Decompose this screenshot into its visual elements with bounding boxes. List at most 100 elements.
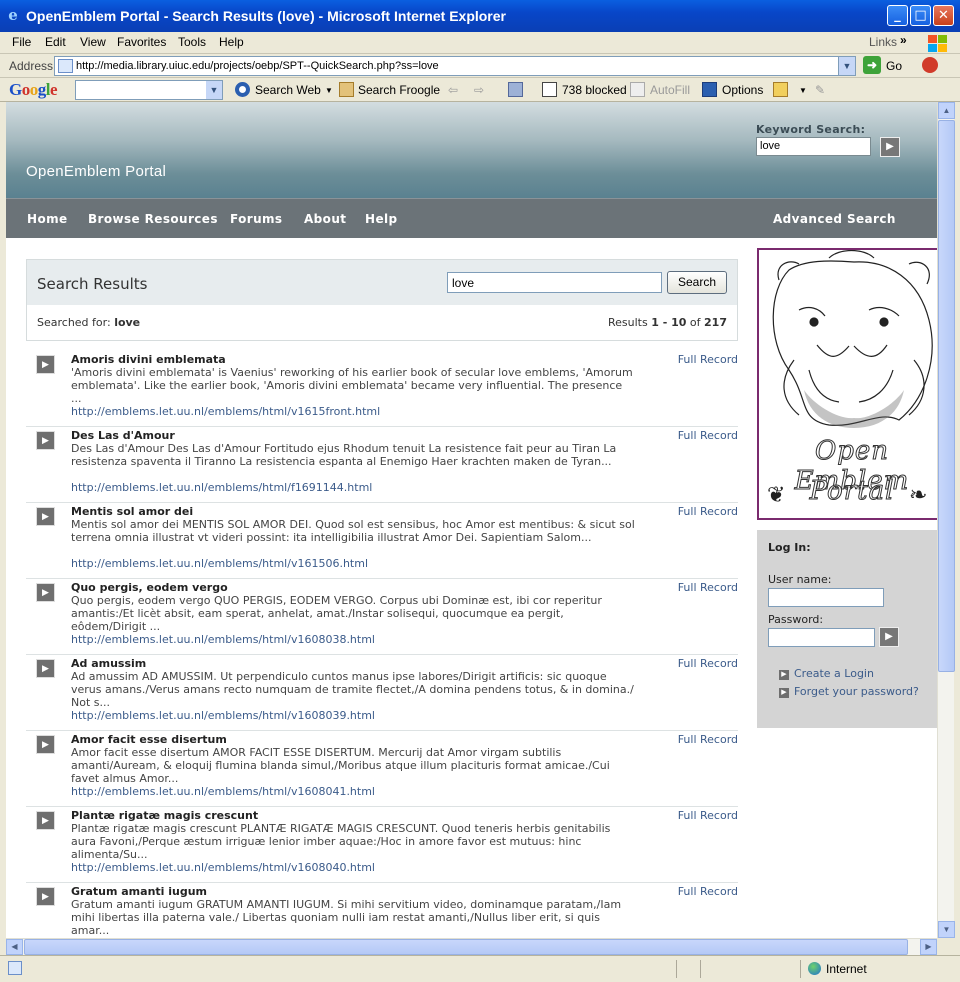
result-title[interactable]: Amoris divini emblemata: [71, 353, 226, 366]
horizontal-scroll-thumb[interactable]: [24, 939, 908, 955]
binoculars-icon: [235, 82, 250, 97]
login-submit-button[interactable]: ▶: [879, 627, 899, 647]
result-url[interactable]: http://emblems.let.uu.nl/emblems/html/v1…: [71, 557, 368, 570]
folder-up-icon[interactable]: [773, 82, 788, 97]
results-of: of: [689, 316, 701, 329]
menu-tools[interactable]: Tools: [178, 35, 206, 49]
search-web-dropdown-icon[interactable]: ▼: [325, 86, 333, 95]
menu-view[interactable]: View: [80, 35, 106, 49]
minimize-button[interactable]: _: [887, 5, 908, 26]
full-record-link[interactable]: Full Record: [678, 809, 738, 822]
result-title[interactable]: Gratum amanti iugum: [71, 885, 207, 898]
results-total: 217: [704, 316, 727, 329]
vertical-scroll-thumb[interactable]: [938, 120, 955, 672]
menu-edit[interactable]: Edit: [45, 35, 66, 49]
google-toolbar: Google ▼ Search Web ▼ Search Froogle ⇦ ⇨…: [0, 78, 960, 102]
autofill-button[interactable]: AutoFill: [650, 83, 690, 97]
options-button[interactable]: Options: [722, 83, 763, 97]
scroll-right-icon[interactable]: ▶: [920, 939, 937, 955]
vertical-scrollbar[interactable]: ▲ ▼: [937, 102, 955, 938]
nav-home[interactable]: Home: [27, 212, 68, 226]
result-arrow-icon[interactable]: ▶: [36, 659, 55, 678]
result-url[interactable]: http://emblems.let.uu.nl/emblems/html/v1…: [71, 633, 375, 646]
window-title-bar[interactable]: e OpenEmblem Portal - Search Results (lo…: [0, 0, 960, 32]
horizontal-scrollbar[interactable]: ◀ ▶: [6, 938, 937, 955]
keyword-search-input[interactable]: love: [756, 137, 871, 156]
popups-blocked-count[interactable]: 738 blocked: [562, 83, 627, 97]
full-record-link[interactable]: Full Record: [678, 657, 738, 670]
google-logo[interactable]: Google: [9, 80, 58, 100]
forgot-password-link[interactable]: Forget your password?: [794, 685, 919, 698]
links-chevron-icon[interactable]: »: [900, 33, 907, 47]
nav-forums[interactable]: Forums: [230, 212, 282, 226]
menu-favorites[interactable]: Favorites: [117, 35, 166, 49]
address-url[interactable]: http://media.library.uiuc.edu/projects/o…: [76, 60, 439, 72]
full-record-link[interactable]: Full Record: [678, 733, 738, 746]
result-url[interactable]: http://emblems.let.uu.nl/emblems/html/v1…: [71, 709, 375, 722]
portal-title[interactable]: OpenEmblem Portal: [26, 163, 166, 180]
result-arrow-icon[interactable]: ▶: [36, 431, 55, 450]
result-title[interactable]: Ad amussim: [71, 657, 146, 670]
links-toolbar[interactable]: Links: [869, 35, 897, 49]
result-title[interactable]: Amor facit esse disertum: [71, 733, 227, 746]
nav-advanced-search[interactable]: Advanced Search: [773, 212, 896, 226]
search-button[interactable]: Search: [667, 271, 727, 294]
scroll-left-icon[interactable]: ◀: [6, 939, 23, 955]
scroll-up-icon[interactable]: ▲: [938, 102, 955, 119]
result-arrow-icon[interactable]: ▶: [36, 355, 55, 374]
result-title[interactable]: Des Las d'Amour: [71, 429, 175, 442]
nav-browse-resources[interactable]: Browse Resources: [88, 212, 218, 226]
search-web-button[interactable]: Search Web: [255, 83, 321, 97]
result-title[interactable]: Mentis sol amor dei: [71, 505, 193, 518]
previous-arrow-icon[interactable]: ⇦: [448, 83, 458, 97]
result-url[interactable]: http://emblems.let.uu.nl/emblems/html/v1…: [71, 405, 380, 418]
result-arrow-icon[interactable]: ▶: [36, 735, 55, 754]
nav-help[interactable]: Help: [365, 212, 398, 226]
froogle-bag-icon: [339, 82, 354, 97]
next-arrow-icon[interactable]: ⇨: [474, 83, 484, 97]
popup-blocker-icon: [542, 82, 557, 97]
highlight-pen-icon[interactable]: ✎: [815, 83, 825, 97]
full-record-link[interactable]: Full Record: [678, 885, 738, 898]
go-button[interactable]: Go: [886, 59, 902, 73]
full-record-link[interactable]: Full Record: [678, 581, 738, 594]
address-dropdown-icon[interactable]: ▼: [838, 57, 855, 75]
full-record-link[interactable]: Full Record: [678, 353, 738, 366]
username-input[interactable]: [768, 588, 884, 607]
page-rank-icon[interactable]: [508, 82, 523, 97]
go-arrow-icon[interactable]: ➜: [863, 56, 881, 74]
result-url[interactable]: http://emblems.let.uu.nl/emblems/html/v1…: [71, 861, 375, 874]
full-record-link[interactable]: Full Record: [678, 429, 738, 442]
google-search-input[interactable]: ▼: [75, 80, 223, 100]
create-login-link[interactable]: Create a Login: [794, 667, 874, 680]
result-url[interactable]: http://emblems.let.uu.nl/emblems/html/f1…: [71, 481, 372, 494]
password-input[interactable]: [768, 628, 875, 647]
folder-dropdown-icon[interactable]: ▼: [799, 86, 807, 95]
result-title[interactable]: Quo pergis, eodem vergo: [71, 581, 228, 594]
close-button[interactable]: ✕: [933, 5, 954, 26]
result-title[interactable]: Plantæ rigatæ magis crescunt: [71, 809, 258, 822]
nav-about[interactable]: About: [304, 212, 346, 226]
full-record-link[interactable]: Full Record: [678, 505, 738, 518]
result-item: ▶ Plantæ rigatæ magis crescunt Plantæ ri…: [26, 807, 738, 883]
openemblem-logo[interactable]: Open Emblem Portal ❦ ❧: [757, 248, 937, 520]
result-item: ▶ Ad amussim Ad amussim AD AMUSSIM. Ut p…: [26, 655, 738, 731]
scroll-down-icon[interactable]: ▼: [938, 921, 955, 938]
results-search-input[interactable]: love: [447, 272, 662, 293]
options-icon: [702, 82, 717, 97]
password-label: Password:: [768, 613, 824, 626]
google-search-dropdown-icon[interactable]: ▼: [206, 81, 222, 99]
searched-for: Searched for: love: [37, 316, 140, 329]
search-froogle-button[interactable]: Search Froogle: [358, 83, 440, 97]
menu-help[interactable]: Help: [219, 35, 244, 49]
menu-file[interactable]: File: [12, 35, 31, 49]
result-arrow-icon[interactable]: ▶: [36, 811, 55, 830]
result-arrow-icon[interactable]: ▶: [36, 507, 55, 526]
address-field[interactable]: http://media.library.uiuc.edu/projects/o…: [54, 56, 856, 76]
maximize-button[interactable]: □: [910, 5, 931, 26]
toolbar-extension-icon[interactable]: [922, 57, 938, 73]
result-url[interactable]: http://emblems.let.uu.nl/emblems/html/v1…: [71, 785, 375, 798]
keyword-search-go-button[interactable]: ▶: [880, 137, 900, 157]
result-arrow-icon[interactable]: ▶: [36, 583, 55, 602]
result-arrow-icon[interactable]: ▶: [36, 887, 55, 906]
